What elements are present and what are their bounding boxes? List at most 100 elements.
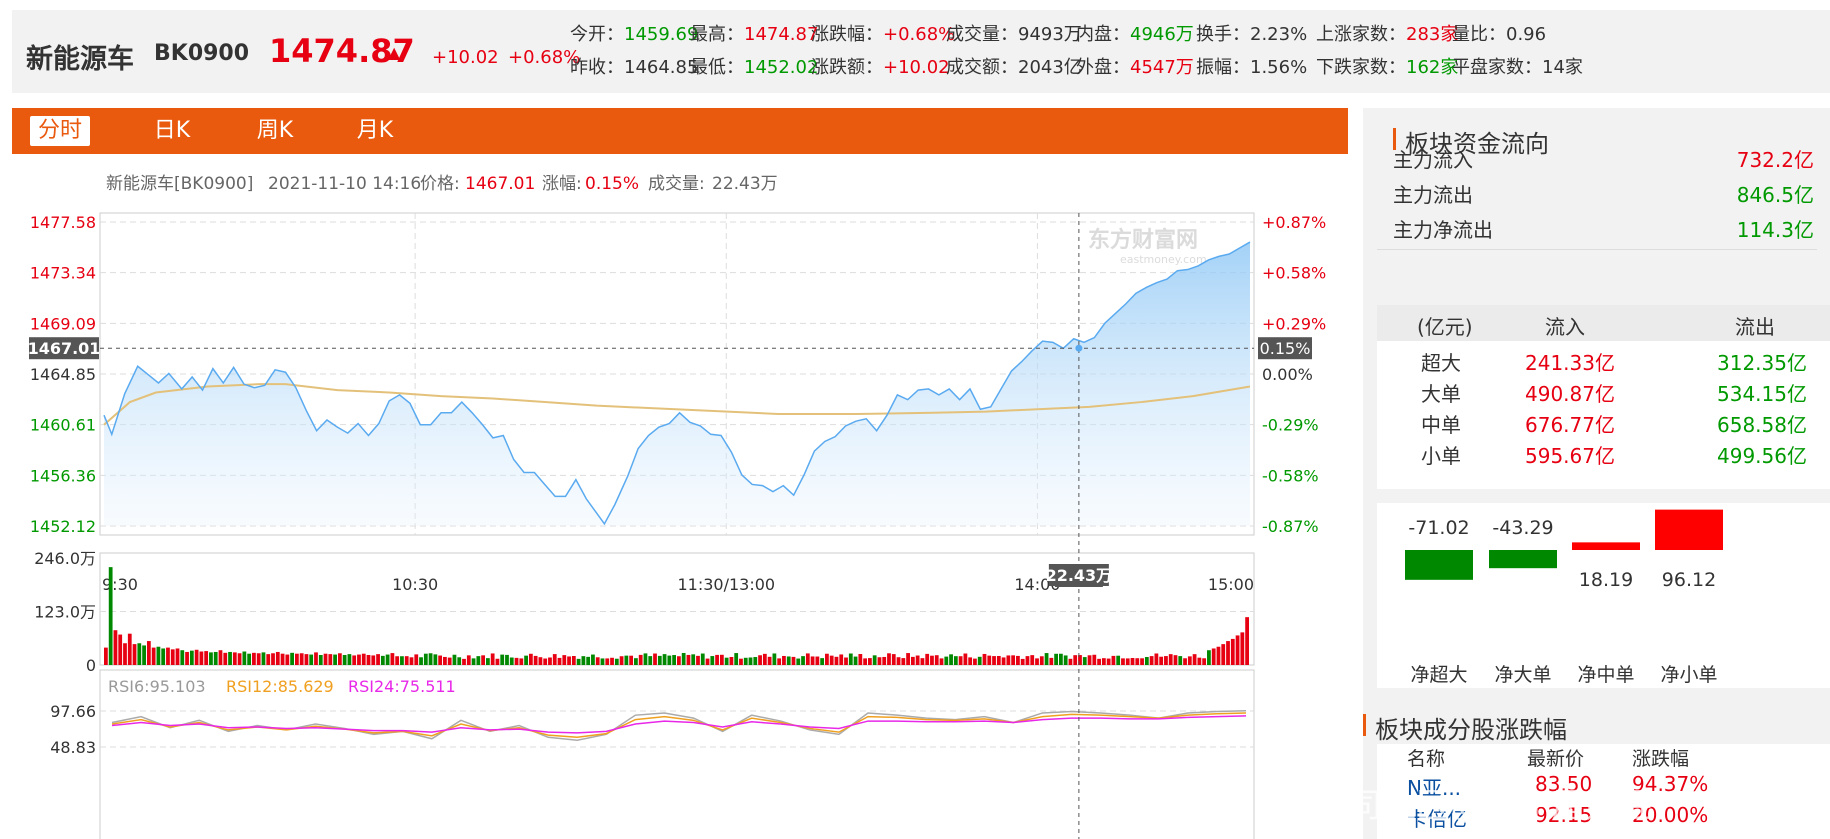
quote-value: 2.23% [1250, 24, 1308, 45]
tab-intraday[interactable]: 分时 [30, 116, 90, 146]
volume-bar [123, 643, 127, 665]
volume-bar [1211, 648, 1216, 665]
net-flow-category: 净中单 [1577, 664, 1634, 686]
quote-value: 14家 [1542, 57, 1583, 78]
volume-bar [1245, 617, 1249, 665]
volume-bar [839, 654, 844, 665]
volume-bar [992, 656, 996, 665]
side-panel: 板块资金流向 主力流入 732.2亿 主力流出 846.5亿 主力净流出 114.3亿 (… [1363, 108, 1830, 839]
flow-row-out: 534.15亿 [1717, 382, 1807, 406]
watermark-brand: 东方财富网 [1088, 227, 1198, 253]
quote-field: 成交量：9493万 [946, 20, 1082, 46]
price-tick-left: 1460.61 [30, 416, 96, 435]
volume-bar [1030, 655, 1035, 665]
volume-bar [299, 653, 304, 665]
volume-bar [1216, 646, 1221, 665]
quote-field: 涨跌额：+10.02 [811, 53, 950, 79]
volume-bar [1140, 658, 1144, 665]
crosshair-point [1075, 344, 1083, 352]
volume-bar [1044, 653, 1049, 665]
info-price: 1467.01 [465, 174, 535, 194]
volume-bar [681, 652, 686, 665]
net-flow-bar [1489, 550, 1557, 569]
quote-label: 下跌家数： [1316, 57, 1406, 78]
volume-bar [1226, 641, 1230, 665]
tab-daily-k[interactable]: 日K [142, 116, 202, 146]
volume-bar [753, 657, 758, 665]
volume-bar [538, 657, 543, 665]
volume-bar [1164, 656, 1168, 665]
volume-bar [132, 644, 137, 665]
flow-row-out: 312.35亿 [1717, 351, 1807, 375]
quote-label: 涨跌额： [811, 57, 883, 78]
price-change: +10.02 [432, 47, 499, 68]
volume-bar [209, 652, 213, 665]
volume-bar [108, 567, 113, 665]
sector-code: BK0900 [154, 41, 250, 66]
info-name: 新能源车[BK0900] [106, 174, 253, 194]
volume-bar [1087, 655, 1092, 665]
volume-bar [700, 653, 705, 665]
volume-bar [252, 652, 256, 665]
volume-bar [1221, 644, 1226, 665]
net-flow-value: -71.02 [1408, 517, 1469, 539]
intraday-chart-panel[interactable]: 新能源车[BK0900] 2021-11-10 14:16 价格: 1467.0… [0, 160, 1350, 839]
volume-bar [1183, 658, 1187, 665]
volume-bar [500, 654, 505, 665]
volume-bar [762, 653, 767, 665]
volume-bar [715, 654, 719, 665]
volume-bar [228, 651, 232, 665]
time-tick: 9:30 [102, 575, 138, 594]
volume-bar [748, 657, 753, 665]
volume-bar [1240, 632, 1245, 665]
volume-bar [996, 655, 1001, 665]
volume-bar [944, 656, 949, 665]
volume-bar [247, 653, 252, 665]
volume-bar [696, 655, 700, 665]
tab-monthly-k[interactable]: 月K [345, 116, 405, 146]
volume-bar [662, 654, 667, 665]
volume-bar [1073, 655, 1078, 665]
volume-bar [801, 656, 805, 665]
volume-bar [146, 641, 151, 665]
volume-bar [805, 653, 810, 665]
volume-bar [223, 652, 228, 665]
tab-weekly-k[interactable]: 周K [245, 116, 305, 146]
volume-bar [161, 648, 166, 665]
volume-bar [648, 656, 653, 665]
rsi-legend-item: RSI6:95.103 [108, 677, 206, 696]
volume-bar [376, 654, 380, 665]
volume-bar [471, 658, 476, 665]
volume-bar [1039, 656, 1044, 665]
volume-bar [896, 657, 901, 665]
volume-bar [204, 651, 209, 665]
flow-row-type: 小单 [1421, 444, 1461, 468]
volume-bar [829, 655, 834, 665]
quote-field: 今开：1459.69 [570, 20, 698, 46]
flow-label: 主力净流出 [1393, 218, 1493, 242]
info-chg: 0.15% [585, 174, 639, 194]
volume-bar [758, 655, 762, 665]
volume-bar [925, 653, 930, 665]
quote-field: 成交额：2043亿 [946, 53, 1082, 79]
volume-bar [357, 654, 361, 665]
flow-row-out: 499.56亿 [1717, 444, 1807, 468]
time-tick: 10:30 [392, 575, 438, 594]
rsi-series-line [111, 712, 1247, 739]
price-tick-left: 1464.85 [30, 365, 96, 384]
info-vol-label: 成交量: [648, 174, 705, 194]
volume-bar [1059, 653, 1063, 665]
volume-bar [256, 653, 261, 665]
period-tabs: 分时 日K 周K 月K [12, 108, 1348, 154]
rsi-tick: 97.66 [50, 702, 96, 721]
volume-bar [595, 657, 600, 665]
volume-bar [328, 654, 333, 665]
volume-bar [667, 655, 672, 665]
volume-bar [1011, 655, 1016, 665]
volume-bar [180, 650, 185, 665]
price-tick-right: -0.87% [1262, 517, 1319, 536]
volume-bar [825, 653, 829, 665]
volume-bar [528, 653, 533, 665]
volume-bar [581, 656, 586, 665]
volume-bar [672, 655, 676, 665]
